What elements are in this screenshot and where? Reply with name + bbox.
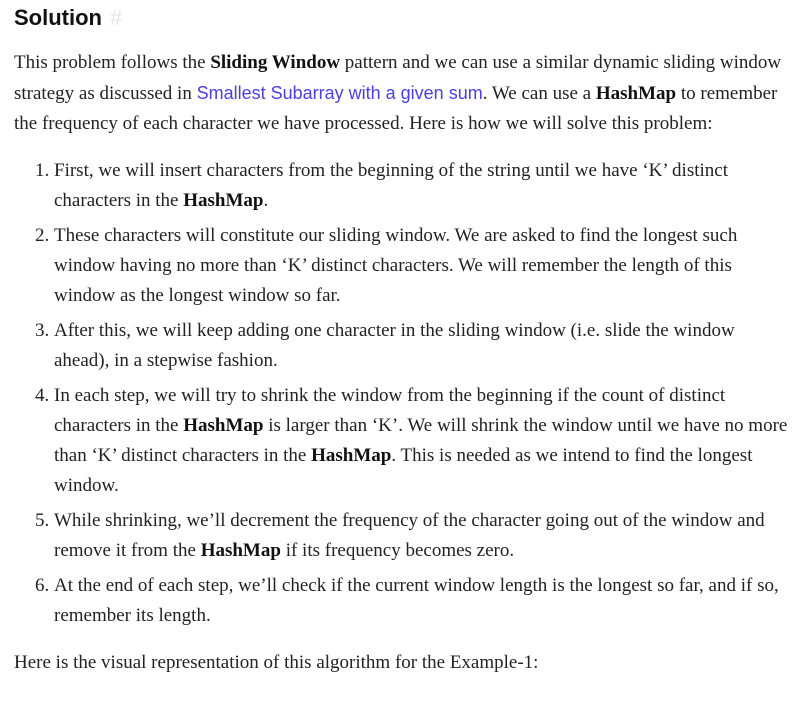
step-item-5: While shrinking, we’ll decrement the fre… xyxy=(54,506,794,566)
intro-bold-sliding-window: Sliding Window xyxy=(210,52,341,73)
step-text: After this, we will keep adding one char… xyxy=(54,320,735,371)
heading-anchor-link[interactable]: # xyxy=(110,5,122,30)
step-text: if its frequency becomes zero. xyxy=(280,540,515,561)
step-bold-hashmap: HashMap xyxy=(183,190,264,211)
step-text: These characters will constitute our sli… xyxy=(54,225,738,306)
smallest-subarray-link[interactable]: Smallest Subarray with a given sum xyxy=(197,83,483,103)
step-bold-hashmap: HashMap xyxy=(311,445,392,466)
step-bold-hashmap: HashMap xyxy=(200,540,281,561)
section-heading: Solution # xyxy=(14,0,794,35)
step-bold-hashmap: HashMap xyxy=(183,415,264,436)
step-text: First, we will insert characters from th… xyxy=(54,160,728,211)
heading-text: Solution xyxy=(14,5,102,30)
step-item-6: At the end of each step, we’ll check if … xyxy=(54,571,794,631)
intro-text-3: . We can use a xyxy=(482,83,596,104)
step-text: At the end of each step, we’ll check if … xyxy=(54,575,779,626)
intro-text-1: This problem follows the xyxy=(14,52,211,73)
step-text: . xyxy=(263,190,269,211)
outro-paragraph: Here is the visual representation of thi… xyxy=(14,652,539,673)
step-item-4: In each step, we will try to shrink the … xyxy=(54,381,794,501)
intro-paragraph: This problem follows the Sliding Window … xyxy=(14,48,794,139)
article-content: Solution # This problem follows the Slidi… xyxy=(14,0,794,678)
step-item-2: These characters will constitute our sli… xyxy=(54,221,794,311)
intro-bold-hashmap: HashMap xyxy=(595,83,677,104)
algorithm-steps-list: First, we will insert characters from th… xyxy=(14,156,794,631)
step-item-1: First, we will insert characters from th… xyxy=(54,156,794,216)
step-item-3: After this, we will keep adding one char… xyxy=(54,316,794,376)
